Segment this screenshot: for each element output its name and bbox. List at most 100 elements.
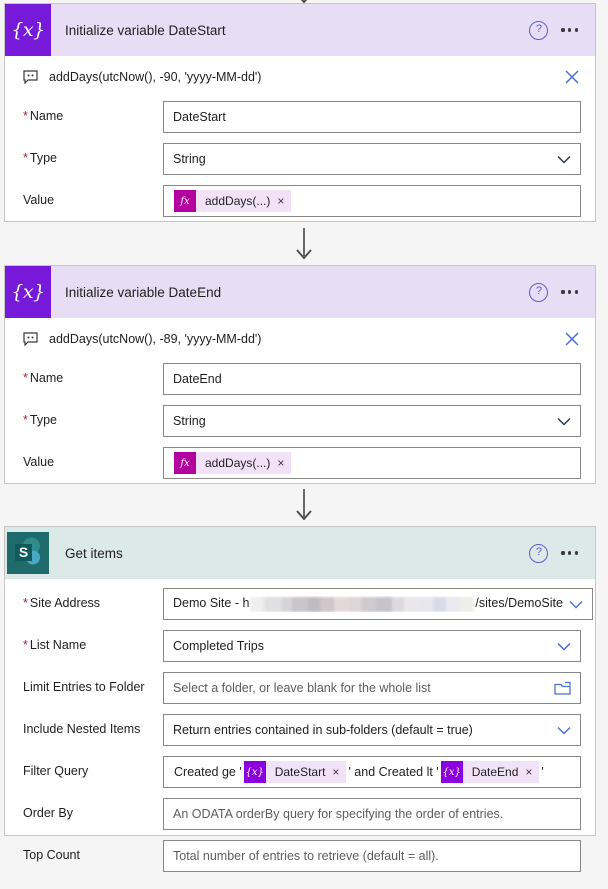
- list-name-value: Completed Trips: [173, 639, 265, 653]
- site-address-dropdown[interactable]: Demo Site - h/sites/DemoSite: [163, 588, 593, 620]
- fx-icon: fx: [174, 190, 196, 212]
- field-label-limit-entries-to-folder: Limit Entries to Folder: [23, 680, 145, 695]
- expression-token[interactable]: fx addDays(...) ×: [174, 452, 292, 474]
- field-row-limit-entries-to-folder: Limit Entries to Folder Select a folder,…: [23, 669, 581, 707]
- field-row-value: Value fx addDays(...) ×: [23, 444, 581, 482]
- filter-query-text-2: ': [541, 765, 544, 779]
- variable-token-dateend[interactable]: {x} DateEnd ×: [440, 761, 540, 783]
- chevron-down-icon: [557, 642, 571, 651]
- name-input[interactable]: DateStart: [163, 101, 581, 133]
- action-card-get-items[interactable]: S Get items ? * Site Address Demo Site - …: [4, 526, 596, 872]
- field-label-top-count: Top Count: [23, 848, 80, 863]
- card-fields: * Name DateEnd * Type String Value fx addD…: [5, 360, 595, 496]
- card-header[interactable]: {x} Initialize variable DateStart ?: [5, 4, 595, 56]
- field-label-name: * Name: [23, 109, 163, 125]
- site-address-suffix: /sites/DemoSite: [475, 596, 563, 611]
- comment-icon: [23, 70, 38, 84]
- field-label-site-address: * Site Address: [23, 596, 163, 612]
- name-input[interactable]: DateEnd: [163, 363, 581, 395]
- limit-entries-placeholder: Select a folder, or leave blank for the …: [173, 681, 431, 695]
- comment-icon: [23, 332, 38, 346]
- more-options-icon[interactable]: [558, 286, 581, 297]
- card-header-actions: ?: [529, 543, 595, 563]
- more-options-icon[interactable]: [558, 24, 581, 35]
- required-marker: *: [23, 371, 28, 386]
- list-name-dropdown[interactable]: Completed Trips: [163, 630, 581, 662]
- field-row-type: * Type String: [23, 140, 581, 178]
- type-dropdown-value: String: [173, 152, 206, 166]
- expression-token[interactable]: fx addDays(...) ×: [174, 190, 292, 212]
- close-icon[interactable]: [563, 68, 581, 86]
- action-card-initialize-variable-dateend[interactable]: {x} Initialize variable DateEnd ? addDay…: [4, 265, 596, 484]
- folder-picker-icon[interactable]: [554, 681, 571, 695]
- order-by-input[interactable]: An ODATA orderBy query for specifying th…: [163, 798, 581, 830]
- variable-icon: {x}: [243, 761, 266, 783]
- token-remove-icon[interactable]: ×: [525, 766, 539, 778]
- filter-query-expression: Created ge ' {x} DateStart × ' and Creat…: [173, 761, 545, 783]
- connector-arrow-2: [0, 489, 608, 523]
- filter-query-input[interactable]: Created ge ' {x} DateStart × ' and Creat…: [163, 756, 581, 788]
- field-label-value: Value: [23, 455, 163, 471]
- card-fields: * Site Address Demo Site - h/sites/DemoSi…: [5, 579, 595, 889]
- token-label: DateEnd: [471, 765, 519, 779]
- field-row-order-by: Order By An ODATA orderBy query for spec…: [23, 795, 581, 833]
- field-row-type: * Type String: [23, 402, 581, 440]
- help-icon[interactable]: ?: [529, 543, 549, 563]
- type-dropdown[interactable]: String: [163, 143, 581, 175]
- variable-token-datestart[interactable]: {x} DateStart ×: [243, 761, 347, 783]
- action-card-initialize-variable-datestart[interactable]: {x} Initialize variable DateStart ? addD…: [4, 3, 596, 222]
- field-row-include-nested-items: Include Nested Items Return entries cont…: [23, 711, 581, 749]
- token-label: addDays(...): [205, 194, 271, 208]
- field-label-list-name: * List Name: [23, 638, 163, 654]
- field-row-name: * Name DateStart: [23, 98, 581, 136]
- more-options-icon[interactable]: [558, 547, 581, 558]
- required-marker: *: [23, 109, 28, 124]
- order-by-placeholder: An ODATA orderBy query for specifying th…: [173, 807, 504, 821]
- sharepoint-icon: S: [5, 527, 51, 579]
- card-header[interactable]: {x} Initialize variable DateEnd ?: [5, 266, 595, 318]
- field-label-text: Site Address: [29, 596, 101, 611]
- top-count-input[interactable]: Total number of entries to retrieve (def…: [163, 840, 581, 872]
- close-icon[interactable]: [563, 330, 581, 348]
- limit-entries-to-folder-input[interactable]: Select a folder, or leave blank for the …: [163, 672, 581, 704]
- variable-icon: {x}: [5, 4, 51, 56]
- token-remove-icon[interactable]: ×: [332, 766, 346, 778]
- help-icon[interactable]: ?: [529, 282, 549, 302]
- field-label-text: Name: [29, 371, 64, 386]
- card-header[interactable]: S Get items ?: [5, 527, 595, 579]
- include-nested-items-dropdown[interactable]: Return entries contained in sub-folders …: [163, 714, 581, 746]
- card-header-actions: ?: [529, 282, 595, 302]
- value-input[interactable]: fx addDays(...) ×: [163, 185, 581, 217]
- comment-text: addDays(utcNow(), -90, 'yyyy-MM-dd'): [49, 70, 262, 84]
- connector-arrow-1: [0, 228, 608, 262]
- required-marker: *: [23, 151, 28, 166]
- type-dropdown[interactable]: String: [163, 405, 581, 437]
- field-row-value: Value fx addDays(...) ×: [23, 182, 581, 220]
- filter-query-text-1: ' and Created lt ': [348, 765, 439, 779]
- name-input-value: DateEnd: [173, 372, 222, 386]
- field-label-text: Type: [29, 413, 57, 428]
- field-row-top-count: Top Count Total number of entries to ret…: [23, 837, 581, 875]
- name-input-value: DateStart: [173, 110, 226, 124]
- comment-row: addDays(utcNow(), -89, 'yyyy-MM-dd'): [5, 318, 595, 360]
- chevron-down-icon: [557, 726, 571, 735]
- help-icon[interactable]: ?: [529, 20, 549, 40]
- field-label-text: List Name: [29, 638, 87, 653]
- field-label-type: * Type: [23, 413, 163, 429]
- card-fields: * Name DateStart * Type String Value fx ad…: [5, 98, 595, 234]
- token-remove-icon[interactable]: ×: [277, 457, 291, 469]
- field-label-name: * Name: [23, 371, 163, 387]
- field-label-order-by: Order By: [23, 806, 74, 821]
- field-label-include-nested-items: Include Nested Items: [23, 722, 141, 737]
- fx-icon: fx: [174, 452, 196, 474]
- variable-icon: {x}: [5, 266, 51, 318]
- token-label: addDays(...): [205, 456, 271, 470]
- field-label-text: Type: [29, 151, 57, 166]
- site-address-value: Demo Site - h/sites/DemoSite: [173, 596, 563, 612]
- site-address-prefix: Demo Site - h: [173, 596, 250, 611]
- value-input[interactable]: fx addDays(...) ×: [163, 447, 581, 479]
- field-label-type: * Type: [23, 151, 163, 167]
- token-remove-icon[interactable]: ×: [277, 195, 291, 207]
- card-title: Initialize variable DateStart: [65, 22, 226, 38]
- required-marker: *: [23, 638, 28, 653]
